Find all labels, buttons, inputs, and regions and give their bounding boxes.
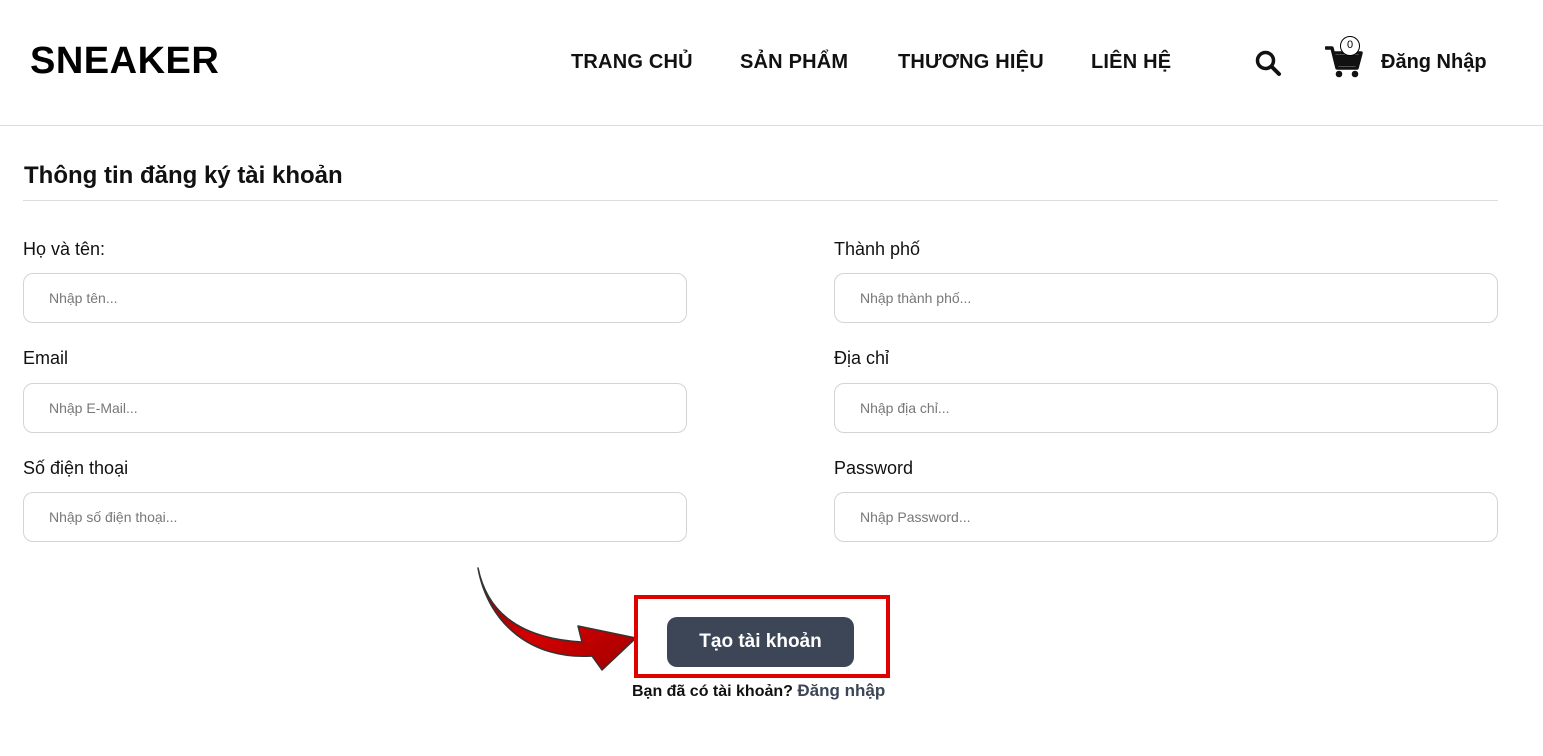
password-label: Password <box>834 458 914 478</box>
password-input[interactable] <box>834 492 1498 542</box>
login-link[interactable]: Đăng nhập <box>797 681 885 700</box>
red-arrow-annotation <box>477 567 637 671</box>
fullname-input[interactable] <box>23 273 687 323</box>
email-label: Email <box>23 348 69 368</box>
have-account-prompt: Bạn đã có tài khoản? Đăng nhập <box>632 681 885 701</box>
phone-input[interactable] <box>23 492 687 542</box>
cart-button[interactable]: 0 <box>1324 36 1365 80</box>
header-login-link[interactable]: Đăng Nhập <box>1381 51 1487 74</box>
have-account-text: Bạn đã có tài khoản? <box>632 683 793 700</box>
city-input[interactable] <box>834 273 1498 323</box>
phone-label: Số điện thoại <box>23 458 129 478</box>
nav-item-home[interactable]: TRANG CHỦ <box>571 51 693 74</box>
nav-item-contact[interactable]: LIÊN HỆ <box>1091 51 1171 74</box>
address-label: Địa chỉ <box>834 348 890 368</box>
site-header: SNEAKER TRANG CHỦ SẢN PHẨM THƯƠNG HIỆU L… <box>0 0 1543 126</box>
create-account-button[interactable]: Tạo tài khoản <box>667 617 854 667</box>
title-divider <box>23 200 1498 201</box>
city-label: Thành phố <box>834 239 921 259</box>
site-logo[interactable]: SNEAKER <box>30 40 219 83</box>
fullname-label: Họ và tên: <box>23 239 106 259</box>
page-title: Thông tin đăng ký tài khoản <box>24 162 343 189</box>
cart-count-badge: 0 <box>1340 36 1360 56</box>
nav-item-products[interactable]: SẢN PHẨM <box>740 51 848 74</box>
search-icon[interactable] <box>1254 49 1282 77</box>
nav-item-brands[interactable]: THƯƠNG HIỆU <box>898 51 1044 74</box>
address-input[interactable] <box>834 383 1498 433</box>
email-input[interactable] <box>23 383 687 433</box>
